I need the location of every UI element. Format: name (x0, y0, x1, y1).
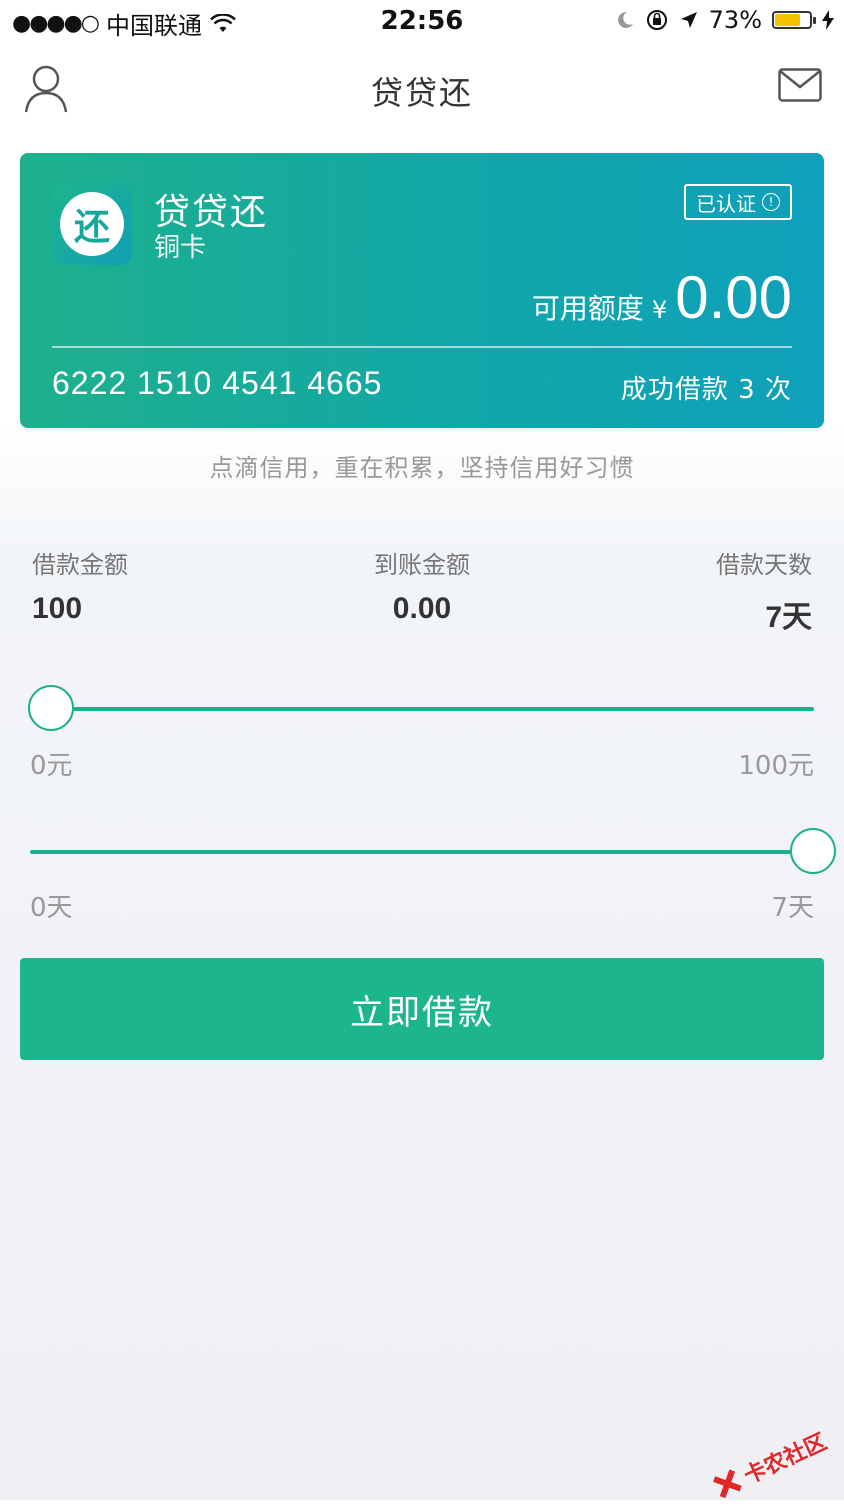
verified-badge-label: 已认证 (696, 191, 756, 216)
days-max-label: 7天 (771, 893, 814, 923)
app-logo-glyph: 还 (60, 192, 124, 256)
borrow-now-button[interactable]: 立即借款 (20, 958, 824, 1060)
days-slider[interactable] (30, 828, 836, 878)
amount-max-label: 100元 (738, 751, 814, 781)
watermark-logo-icon (713, 1469, 742, 1499)
available-credit: 可用额度 ¥ 0.00 (532, 263, 792, 332)
status-bar: ●●●●○ 中国联通 22:56 73% (0, 0, 844, 44)
rotation-lock-icon (646, 10, 667, 30)
successful-loans-count: 成功借款 3 次 (620, 375, 792, 405)
days-slider-track[interactable] (30, 850, 814, 854)
loan-amount-label: 借款金额 (32, 551, 128, 579)
card-level: 铜卡 (154, 233, 207, 263)
amount-slider-track[interactable] (30, 707, 814, 711)
card-divider (52, 346, 792, 348)
charging-bolt-icon (822, 10, 834, 30)
received-amount-value: 0.00 (392, 592, 452, 625)
currency-symbol: ¥ (651, 296, 668, 324)
credit-card: 还 贷贷还 铜卡 已认证 ! 可用额度 ¥ 0.00 6222 1510 454… (20, 153, 824, 428)
mail-icon[interactable] (778, 68, 822, 102)
loan-amount-value: 100 (32, 592, 83, 625)
app-logo: 还 (52, 183, 132, 265)
verified-badge[interactable]: 已认证 ! (684, 184, 792, 220)
amount-min-label: 0元 (30, 751, 73, 781)
battery-percent: 73% (708, 6, 762, 34)
days-slider-thumb[interactable] (790, 828, 836, 874)
page-title: 贷贷还 (370, 74, 473, 112)
card-number: 6222 1510 4541 4665 (52, 365, 383, 401)
amount-slider-thumb[interactable] (28, 685, 74, 731)
watermark-text: 卡农社区 (740, 1429, 831, 1490)
received-amount-summary: 到账金额 0.00 (322, 545, 522, 626)
loan-days-summary: 借款天数 7天 (716, 545, 812, 636)
loan-amount-summary: 借款金额 100 (32, 545, 128, 626)
battery-icon (772, 11, 816, 29)
nav-bar: 贷贷还 (0, 50, 844, 130)
watermark: 卡农社区 (709, 1424, 831, 1504)
amount-slider[interactable] (28, 685, 814, 735)
credit-amount: 0.00 (675, 264, 792, 331)
location-arrow-icon (680, 12, 697, 28)
moon-icon (617, 11, 633, 28)
info-icon: ! (762, 193, 780, 211)
credit-label: 可用额度 (531, 292, 644, 325)
loan-days-value: 7天 (765, 601, 812, 634)
received-amount-label: 到账金额 (374, 551, 470, 579)
slogan: 点滴信用，重在积累，坚持信用好习惯 (209, 454, 635, 482)
days-min-label: 0天 (30, 893, 73, 923)
loan-days-label: 借款天数 (716, 551, 812, 579)
